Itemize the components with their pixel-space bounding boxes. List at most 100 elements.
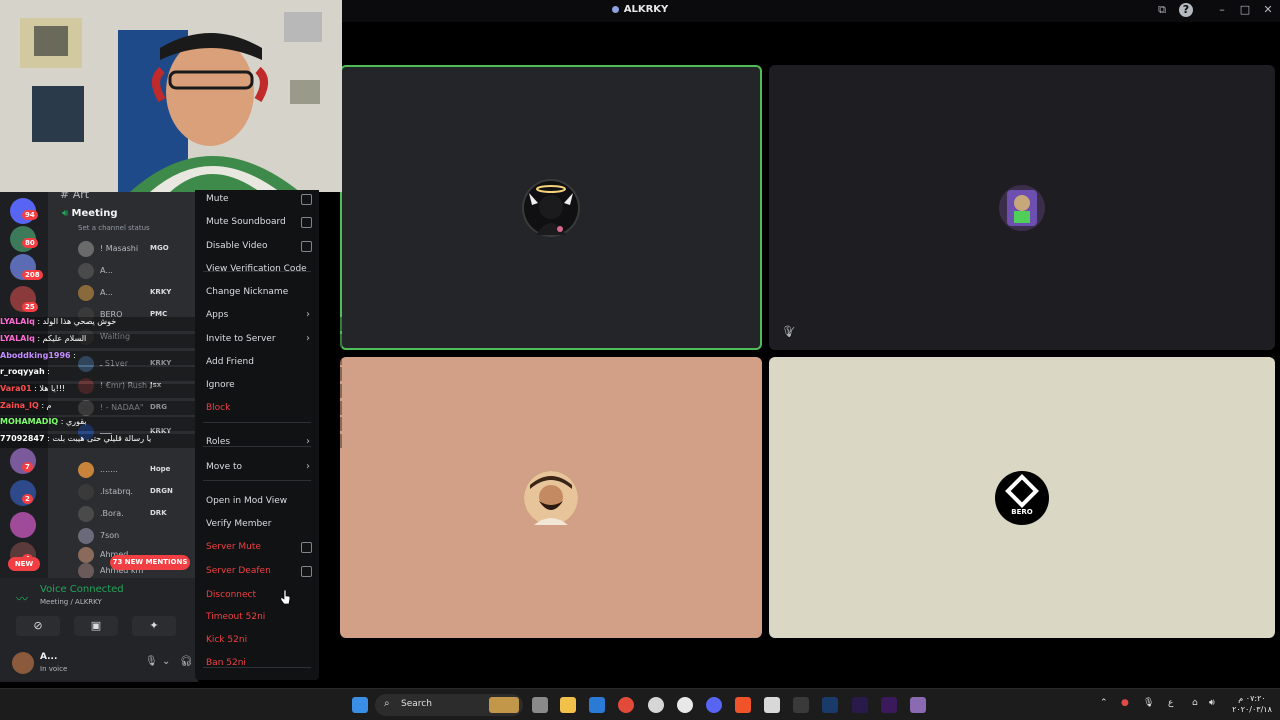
- new-mentions-pill[interactable]: 73 NEW MENTIONS: [110, 555, 190, 570]
- menu-item-block[interactable]: Block: [206, 399, 312, 417]
- avatar: [78, 528, 94, 544]
- help-icon[interactable]: ?: [1179, 3, 1193, 17]
- start-button[interactable]: [352, 697, 368, 713]
- screen-share-icon[interactable]: ▣: [74, 616, 118, 636]
- avatar: [78, 241, 94, 257]
- menu-item-change-nickname[interactable]: Change Nickname: [206, 283, 312, 301]
- menu-item-open-in-mod-view[interactable]: Open in Mod View: [206, 492, 312, 510]
- camera-off-icon[interactable]: ⊘: [16, 616, 60, 636]
- menu-item-invite-to-server[interactable]: Invite to Server ›: [206, 330, 312, 348]
- user-status: In voice: [40, 665, 68, 673]
- chevron-down-icon[interactable]: ⌄: [162, 656, 170, 667]
- chevron-right-icon: ›: [306, 436, 310, 447]
- chat-text: السلام عليكم: [42, 334, 87, 343]
- maximize-button[interactable]: □: [1238, 3, 1252, 17]
- chat-username: LYALAlq: [0, 317, 35, 326]
- checkbox[interactable]: [301, 194, 312, 205]
- file-explorer-icon[interactable]: [560, 697, 576, 713]
- voice-member[interactable]: ! Masashi MGO: [78, 240, 196, 258]
- task-view-icon[interactable]: [532, 697, 548, 713]
- system-clock[interactable]: ٠٧:٢٠ م ٢٠٢٠/٠٣/١٨: [1230, 693, 1274, 715]
- obs-icon[interactable]: [677, 697, 693, 713]
- store-icon[interactable]: [589, 697, 605, 713]
- member-tag: KRKY: [150, 288, 172, 296]
- microphone-icon[interactable]: 🎙︎: [145, 656, 158, 667]
- voice-member[interactable]: .Bora. DRK: [78, 505, 196, 523]
- menu-item-disable-video[interactable]: Disable Video: [206, 237, 312, 255]
- chrome-icon[interactable]: [618, 697, 634, 713]
- voice-connected-label[interactable]: Voice Connected: [40, 584, 124, 595]
- voice-member[interactable]: ....... Hope: [78, 461, 196, 479]
- member-name: .Bora.: [100, 509, 124, 518]
- menu-item-roles[interactable]: Roles ›: [206, 433, 312, 451]
- steam-icon[interactable]: [822, 697, 838, 713]
- tray-chevron-icon[interactable]: ⌃: [1100, 698, 1108, 708]
- bero-avatar: BERO: [995, 470, 1049, 525]
- voice-channel-meeting[interactable]: 🔊︎ Meeting: [62, 208, 118, 219]
- photoshop-icon[interactable]: [852, 697, 868, 713]
- network-icon[interactable]: ⌂: [1192, 698, 1198, 708]
- video-tile-1[interactable]: [340, 65, 762, 350]
- volume-icon[interactable]: 🔊︎: [1209, 698, 1215, 708]
- minimize-button[interactable]: –: [1215, 3, 1229, 17]
- menu-item-add-friend[interactable]: Add Friend: [206, 353, 312, 371]
- menu-item-ban-52ni[interactable]: Ban 52ni: [206, 654, 312, 672]
- video-tile-3[interactable]: [340, 357, 762, 638]
- discord-icon[interactable]: [706, 697, 722, 713]
- cast-icon[interactable]: ⧉: [1155, 3, 1169, 17]
- video-tile-4[interactable]: BERO: [769, 357, 1275, 638]
- video-tile-2[interactable]: 🎙︎̸: [769, 65, 1275, 350]
- menu-item-verify-member[interactable]: Verify Member: [206, 515, 312, 533]
- checkbox[interactable]: [301, 241, 312, 252]
- channel-status[interactable]: Set a channel status: [78, 224, 150, 232]
- voice-member[interactable]: .Istabrq. DRGN: [78, 483, 196, 501]
- checkbox[interactable]: [301, 542, 312, 553]
- menu-item-kick-52ni[interactable]: Kick 52ni: [206, 631, 312, 649]
- chat-username: LYALAlq: [0, 334, 35, 343]
- app-icon[interactable]: [764, 697, 780, 713]
- menu-separator: [203, 271, 311, 272]
- avatar[interactable]: [12, 652, 34, 674]
- server-icon[interactable]: [10, 512, 36, 538]
- new-pill[interactable]: NEW: [8, 557, 40, 571]
- app-icon[interactable]: [648, 697, 664, 713]
- mouse-cursor: [281, 590, 291, 604]
- server-badge: 208: [22, 270, 43, 280]
- webcam-overlay: [0, 0, 342, 192]
- menu-item-move-to[interactable]: Move to ›: [206, 458, 312, 476]
- bearded-avatar: [524, 470, 578, 525]
- brave-icon[interactable]: [735, 697, 751, 713]
- tray-app-icon[interactable]: ●: [1121, 698, 1129, 708]
- activities-icon[interactable]: ✦: [132, 616, 176, 636]
- gamer-avatar: [999, 184, 1045, 231]
- avatar: [78, 462, 94, 478]
- menu-item-server-mute[interactable]: Server Mute: [206, 538, 312, 556]
- menu-separator: [203, 480, 311, 481]
- voice-location[interactable]: Meeting / ALKRKY: [40, 598, 102, 606]
- member-tag: MGO: [150, 244, 169, 252]
- microphone-icon[interactable]: 🎙︎: [1143, 698, 1154, 708]
- close-button[interactable]: ✕: [1261, 3, 1275, 17]
- menu-item-disconnect[interactable]: Disconnect: [206, 586, 312, 604]
- voice-member[interactable]: 7son: [78, 527, 196, 545]
- premiere-icon[interactable]: [881, 697, 897, 713]
- search-icon: ⌕: [384, 698, 390, 709]
- app-icon[interactable]: [910, 697, 926, 713]
- headphones-icon[interactable]: 🎧︎: [180, 656, 193, 667]
- menu-item-view-verification-code[interactable]: View Verification Code: [206, 260, 312, 278]
- checkbox[interactable]: [301, 566, 312, 577]
- chat-text: بقوري: [66, 417, 87, 426]
- checkbox[interactable]: [301, 217, 312, 228]
- menu-item-apps[interactable]: Apps ›: [206, 306, 312, 324]
- menu-item-ignore[interactable]: Ignore: [206, 376, 312, 394]
- menu-item-timeout-52ni[interactable]: Timeout 52ni: [206, 608, 312, 626]
- user-name: A...: [40, 652, 58, 662]
- capcut-icon[interactable]: [793, 697, 809, 713]
- chat-username: r_roqyyah: [0, 367, 45, 376]
- member-tag: Hope: [150, 465, 171, 473]
- language-icon[interactable]: ع: [1168, 698, 1173, 708]
- menu-item-server-deafen[interactable]: Server Deafen: [206, 562, 312, 580]
- menu-item-mute-soundboard[interactable]: Mute Soundboard: [206, 213, 312, 231]
- voice-member[interactable]: A...: [78, 262, 196, 280]
- menu-item-mute[interactable]: Mute: [206, 190, 312, 208]
